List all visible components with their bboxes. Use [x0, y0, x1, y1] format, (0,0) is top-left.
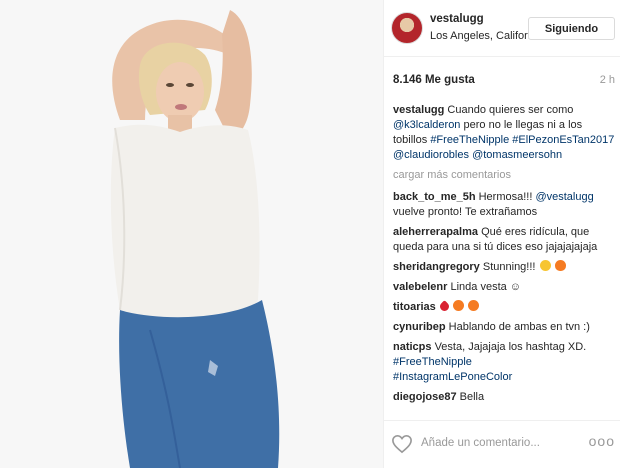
comment-username[interactable]: cynuribep: [393, 321, 446, 333]
comment-item: sheridangregory Stunning!!!: [393, 260, 615, 275]
caption-mention-1[interactable]: @k3lcalderon: [393, 119, 460, 131]
post-location[interactable]: Los Angeles, Californ...: [430, 30, 543, 42]
comment-text: Stunning!!!: [482, 261, 536, 273]
comment-hashtag[interactable]: #FreeTheNipple: [393, 356, 472, 368]
comment-text: Vesta, Jajajaja los hashtag XD.: [434, 341, 587, 353]
heart-icon[interactable]: [391, 434, 413, 454]
caption-hashtag-2[interactable]: #ElPezonEsTan2017: [512, 134, 614, 146]
comments-fade: [384, 400, 620, 420]
comment-text-2: vuelve pronto! Te extrañamos: [393, 206, 538, 218]
comments-list: vestalugg Cuando quieres ser como @k3lca…: [393, 103, 615, 410]
post-time: 2 h: [599, 74, 615, 86]
comment-username[interactable]: aleherrerapalma: [393, 226, 478, 238]
post-header: vestalugg Los Angeles, Californ... Sigui…: [384, 0, 620, 57]
comment-item: cynuribep Hablando de ambas en tvn :): [393, 320, 615, 335]
comment-username[interactable]: naticps: [393, 341, 432, 353]
red-heart-emoji: [437, 300, 451, 313]
caption: vestalugg Cuando quieres ser como @k3lca…: [393, 103, 615, 163]
load-more-comments[interactable]: cargar más comentarios: [393, 168, 615, 183]
post-username[interactable]: vestalugg: [430, 13, 484, 25]
comment-input[interactable]: Añade un comentario...: [421, 437, 540, 449]
comment-username[interactable]: back_to_me_5h: [393, 191, 476, 203]
caption-username[interactable]: vestalugg: [393, 104, 444, 116]
likes-count[interactable]: 8.146 Me gusta: [393, 74, 475, 86]
caption-hashtag-1[interactable]: #FreeTheNipple: [430, 134, 509, 146]
post-photo[interactable]: [0, 0, 383, 468]
comment-item: naticps Vesta, Jajajaja los hashtag XD. …: [393, 340, 615, 385]
caption-mention-2[interactable]: @claudiorobles: [393, 149, 469, 161]
comment-username[interactable]: sheridangregory: [393, 261, 480, 273]
comment-text: Hablando de ambas en tvn :): [448, 321, 590, 333]
instagram-post: vestalugg Los Angeles, Californ... Sigui…: [0, 0, 620, 468]
avatar[interactable]: [391, 12, 423, 44]
comment-text: Linda vesta ☺: [450, 281, 522, 293]
post-sidebar: vestalugg Los Angeles, Californ... Sigui…: [383, 0, 620, 468]
photo-illustration: [0, 0, 383, 468]
more-icon[interactable]: ooo: [589, 433, 615, 449]
comment-item: valebelenr Linda vesta ☺: [393, 280, 615, 295]
comment-text: Hermosa!!!: [478, 191, 533, 203]
fire-emoji: [467, 300, 479, 311]
comment-bar: Añade un comentario... ooo: [384, 420, 620, 469]
comment-item: back_to_me_5h Hermosa!!! @vestalugg vuel…: [393, 190, 615, 220]
comment-username[interactable]: valebelenr: [393, 281, 447, 293]
fire-emoji: [452, 300, 464, 311]
fire-emoji: [554, 260, 566, 271]
following-button[interactable]: Siguiendo: [528, 17, 615, 40]
caption-mention-3[interactable]: @tomasmeersohn: [472, 149, 562, 161]
comment-mention[interactable]: @vestalugg: [535, 191, 593, 203]
heart-eyes-emoji: [539, 260, 551, 271]
comment-hashtag-2[interactable]: #InstagramLePoneColor: [393, 371, 512, 383]
comment-username[interactable]: titoarias: [393, 301, 436, 313]
caption-text-1: Cuando quieres ser como: [447, 104, 574, 116]
comment-item: titoarias: [393, 300, 615, 315]
comment-item: aleherrerapalma Qué eres ridícula, que q…: [393, 225, 615, 255]
